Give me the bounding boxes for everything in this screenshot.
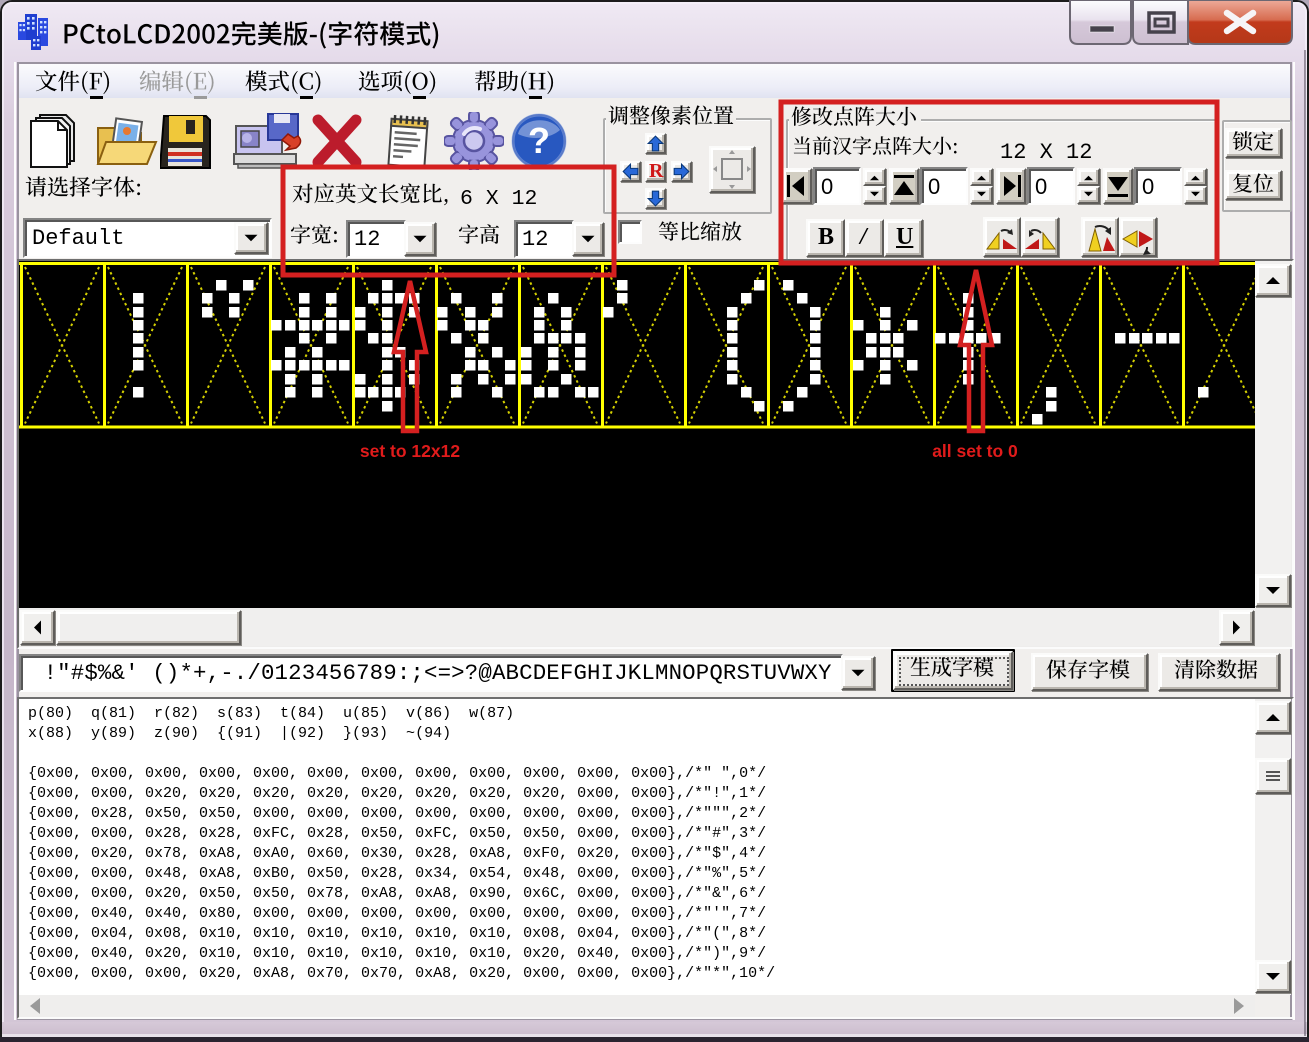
svg-text:set to 12x12: set to 12x12 — [360, 441, 460, 461]
svg-text:all set to 0: all set to 0 — [932, 441, 1018, 461]
